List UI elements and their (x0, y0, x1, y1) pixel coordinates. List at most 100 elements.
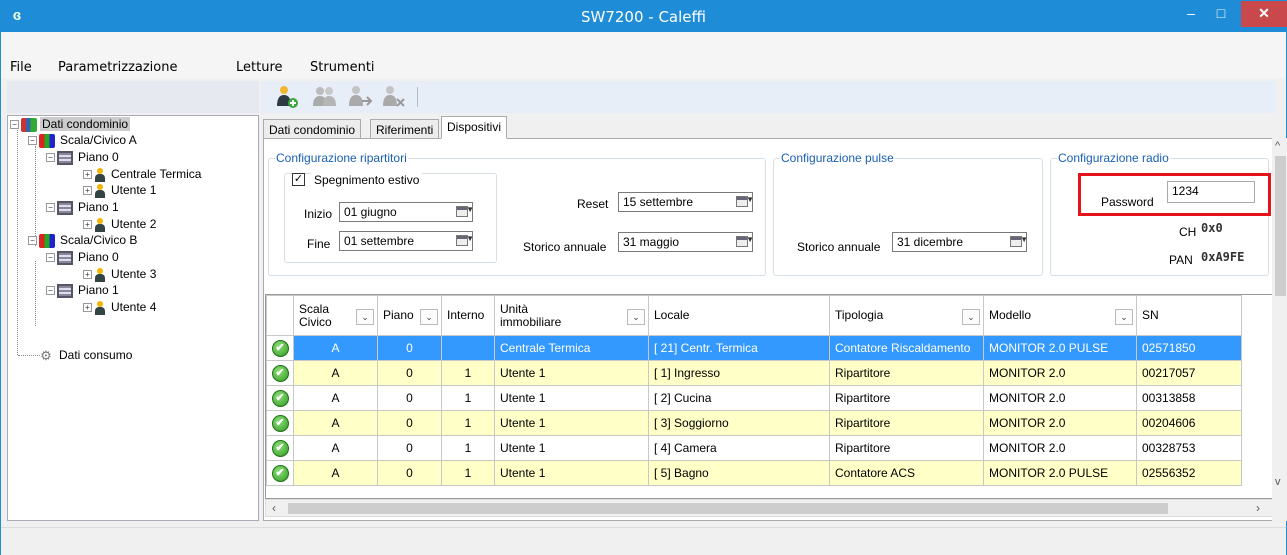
tree-node-piano-b1[interactable]: − Piano 1 (46, 283, 121, 298)
collapse-icon[interactable]: − (46, 203, 55, 213)
cell-locale: [ 5] Bagno (648, 460, 830, 486)
header-piano[interactable]: Piano ⌄ (377, 295, 442, 336)
expand-icon[interactable]: + (83, 186, 92, 196)
reset-label: Reset (577, 197, 609, 211)
chevron-down-icon[interactable]: ⌄ (627, 309, 645, 325)
cell-unita: Utente 1 (494, 385, 649, 411)
cell-tipologia: Ripartitore (829, 385, 984, 411)
cell-scala: A (293, 360, 378, 386)
header-scala[interactable]: Scala Civico ⌄ (293, 295, 378, 336)
tree-node-utente-3[interactable]: + Utente 3 (83, 267, 158, 282)
table-row[interactable]: ✔ A 0 1 Utente 1[ 2] Cucina Ripartitore MONITO… (266, 385, 1242, 411)
fine-date-picker[interactable]: 01 settembre ▼ (339, 231, 474, 251)
tree-node-centrale-termica[interactable]: + Centrale Termica (83, 167, 203, 182)
user-move-icon[interactable] (347, 84, 373, 110)
status-bar (1, 527, 1286, 555)
expand-icon[interactable]: + (83, 303, 92, 313)
add-user-icon[interactable] (275, 84, 299, 110)
table-row[interactable]: ✔ A 0 Centrale Termica[ 21] Centr. Termica C… (266, 335, 1242, 361)
table-row[interactable]: ✔ A 0 1 Utente 1[ 1] Ingresso Ripartitore MONI… (266, 360, 1242, 386)
horizontal-scrollbar[interactable]: ‹ › (265, 499, 1273, 517)
chevron-down-icon[interactable]: ⌄ (1115, 309, 1133, 325)
users-icon[interactable] (312, 84, 336, 110)
collapse-icon[interactable]: − (46, 253, 55, 263)
cell-scala: A (293, 435, 378, 461)
spegnimento-checkbox[interactable]: ✓ (292, 173, 305, 186)
close-button[interactable]: ✕ (1241, 1, 1287, 27)
header-locale[interactable]: Locale (648, 295, 830, 336)
menu-letture[interactable]: Letture (236, 60, 283, 75)
tree-node-dati-condominio[interactable]: − Dati condominio (10, 117, 131, 132)
scroll-right-icon[interactable]: › (1256, 501, 1260, 515)
tree-line (35, 146, 36, 246)
cell-locale: [ 2] Cucina (648, 385, 830, 411)
cell-interno: 1 (441, 385, 495, 411)
scroll-up-icon[interactable]: ^ (1275, 140, 1280, 152)
menu-strumenti[interactable]: Strumenti (310, 60, 375, 75)
highlight-box (1078, 173, 1271, 216)
inizio-date-picker[interactable]: 01 giugno ▼ (339, 202, 474, 222)
table-row[interactable]: ✔ A 0 1 Utente 1[ 5] Bagno Contatore ACS MONIT… (266, 460, 1242, 486)
tree-line (17, 130, 18, 355)
cell-scala: A (293, 410, 378, 436)
tree-node-piano-a1[interactable]: − Piano 1 (46, 200, 121, 215)
minimize-button[interactable]: – (1176, 1, 1206, 27)
header-unita[interactable]: Unità immobiliare ⌄ (494, 295, 649, 336)
title-bar[interactable]: ɞ SW7200 - Caleffi – □ ✕ (1, 1, 1287, 32)
scroll-left-icon[interactable]: ‹ (272, 501, 276, 515)
expand-icon[interactable]: + (83, 170, 92, 180)
expand-icon[interactable]: + (83, 220, 92, 230)
ch-label: CH (1179, 225, 1197, 239)
collapse-icon[interactable]: − (46, 153, 55, 163)
scroll-thumb[interactable] (288, 503, 1168, 514)
tree-node-scala-a[interactable]: − Scala/Civico A (28, 133, 139, 148)
tree-node-dati-consumo[interactable]: ⚙ Dati consumo (38, 348, 134, 363)
scroll-down-icon[interactable]: v (1275, 476, 1281, 488)
reset-date-picker[interactable]: 15 settembre ▼ (618, 192, 754, 212)
collapse-icon[interactable]: − (10, 120, 19, 130)
storico-pulse-label: Storico annuale (797, 240, 881, 254)
cell-sn: 00217057 (1136, 360, 1242, 386)
vertical-scrollbar[interactable]: ^ v (1272, 138, 1287, 521)
table-row[interactable]: ✔ A 0 1 Utente 1[ 3] Soggiorno Ripartitore MON… (266, 410, 1242, 436)
tab-riferimenti[interactable]: Riferimenti (370, 119, 440, 139)
header-modello[interactable]: Modello ⌄ (983, 295, 1137, 336)
cell-piano: 0 (377, 385, 442, 411)
maximize-button[interactable]: □ (1206, 1, 1236, 27)
collapse-icon[interactable]: − (28, 136, 37, 146)
collapse-icon[interactable]: − (28, 236, 37, 246)
cell-interno: 1 (441, 360, 495, 386)
tree-node-utente-2[interactable]: + Utente 2 (83, 217, 158, 232)
tab-dispositivi[interactable]: Dispositivi (441, 116, 508, 139)
chevron-down-icon[interactable]: ⌄ (962, 309, 980, 325)
menu-file[interactable]: File (10, 60, 32, 75)
chevron-down-icon[interactable]: ⌄ (420, 309, 438, 325)
cell-piano: 0 (377, 410, 442, 436)
devices-grid[interactable]: Scala Civico ⌄ Piano ⌄ Interno Unità immobiliar… (265, 294, 1273, 499)
header-interno[interactable]: Interno (441, 295, 495, 336)
table-row[interactable]: ✔ A 0 1 Utente 1[ 4] Camera Ripartitore MONITO… (266, 435, 1242, 461)
storico-ripartitori-label: Storico annuale (523, 240, 607, 254)
scroll-thumb[interactable] (1275, 156, 1286, 296)
chevron-down-icon[interactable]: ⌄ (356, 309, 374, 325)
check-circle-icon: ✔ (271, 339, 289, 357)
check-circle-icon: ✔ (271, 389, 289, 407)
header-tipologia[interactable]: Tipologia ⌄ (829, 295, 984, 336)
collapse-icon[interactable]: − (46, 286, 55, 296)
storico-ripartitori-date-picker[interactable]: 31 maggio ▼ (618, 232, 754, 252)
pulse-legend: Configurazione pulse (781, 151, 894, 165)
tree-node-piano-a0[interactable]: − Piano 0 (46, 150, 121, 165)
tree-node-piano-b0[interactable]: − Piano 0 (46, 250, 121, 265)
storico-pulse-date-picker[interactable]: 31 dicembre ▼ (892, 232, 1028, 252)
remove-user-icon[interactable] (381, 84, 405, 110)
header-sn[interactable]: SN (1136, 295, 1242, 336)
floor-icon (57, 250, 73, 265)
tab-dati-condominio[interactable]: Dati condominio (263, 119, 362, 139)
tree-node-scala-b[interactable]: − Scala/Civico B (28, 233, 139, 248)
tree-node-utente-4[interactable]: + Utente 4 (83, 300, 158, 315)
tree-node-utente-1[interactable]: + Utente 1 (83, 183, 158, 198)
menu-parametrizzazione[interactable]: Parametrizzazione (58, 60, 178, 75)
toolbar (261, 81, 1276, 113)
cell-modello: MONITOR 2.0 PULSE (983, 335, 1137, 361)
expand-icon[interactable]: + (83, 270, 92, 280)
